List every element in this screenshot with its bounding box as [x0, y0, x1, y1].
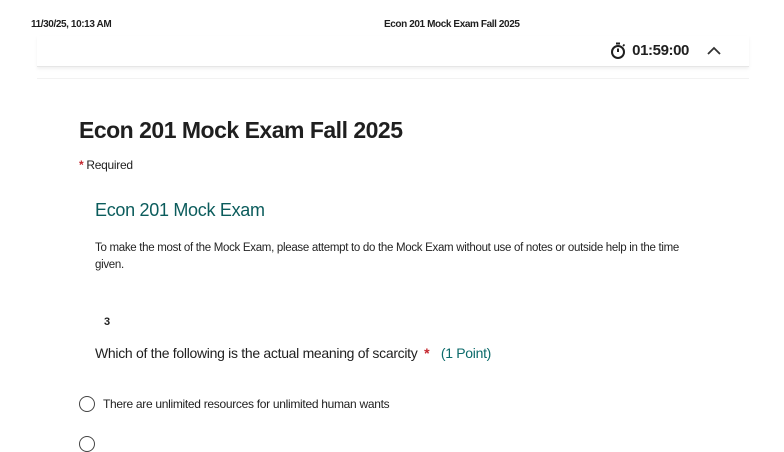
- required-label: Required: [86, 158, 133, 172]
- answer-option[interactable]: There are unlimited resources for unlimi…: [79, 396, 390, 412]
- divider: [37, 78, 749, 79]
- radio-button[interactable]: [79, 436, 95, 452]
- required-asterisk: *: [79, 158, 84, 172]
- timer-value: 01:59:00: [632, 42, 689, 59]
- question-required-asterisk: *: [424, 345, 430, 361]
- answer-option[interactable]: [79, 436, 95, 452]
- form-title: Econ 201 Mock Exam Fall 2025: [79, 117, 403, 143]
- question-points: (1 Point): [440, 345, 492, 361]
- stopwatch-icon: [610, 42, 626, 59]
- required-note: * Required: [79, 158, 133, 172]
- answer-option-label: There are unlimited resources for unlimi…: [103, 397, 390, 411]
- section-description: To make the most of the Mock Exam, pleas…: [95, 242, 679, 271]
- print-page-title: Econ 201 Mock Exam Fall 2025: [384, 19, 520, 30]
- collapse-timer-button[interactable]: [705, 44, 723, 58]
- question-title: Which of the following is the actual mea…: [95, 345, 491, 361]
- timer-bar: 01:59:00: [37, 36, 749, 67]
- radio-button[interactable]: [79, 396, 95, 412]
- chevron-up-icon: [705, 44, 723, 58]
- timer: 01:59:00: [610, 42, 689, 59]
- print-datetime: 11/30/25, 10:13 AM: [31, 19, 112, 30]
- section-title: Econ 201 Mock Exam: [95, 200, 265, 220]
- question-text: Which of the following is the actual mea…: [95, 345, 418, 361]
- question-number: 3: [104, 316, 111, 328]
